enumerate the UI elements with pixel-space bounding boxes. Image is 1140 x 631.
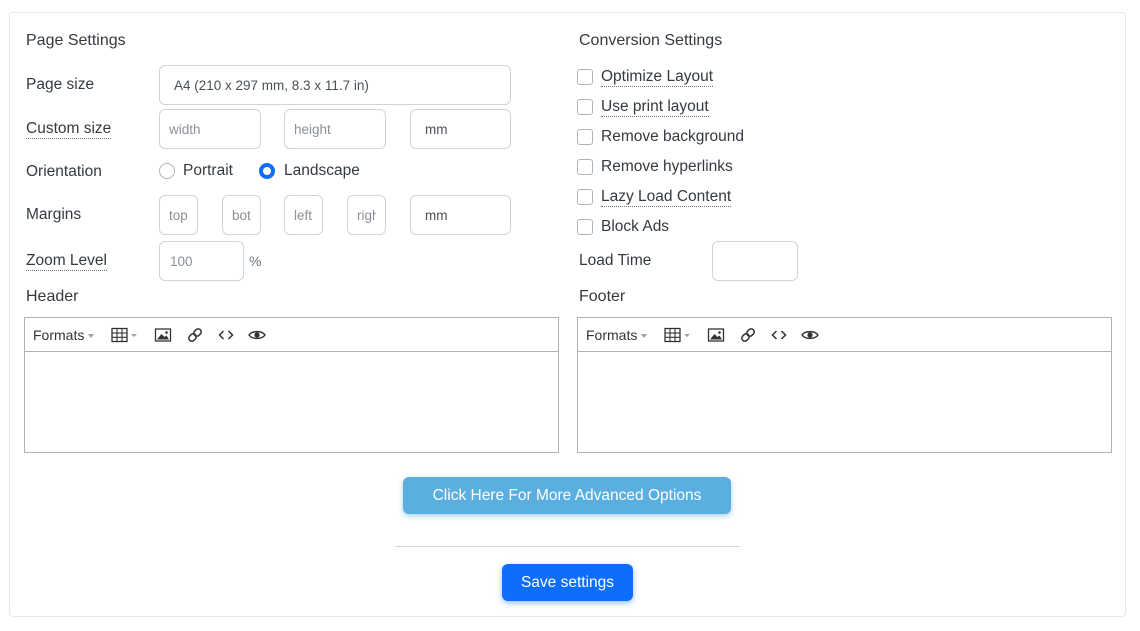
margin-top-input[interactable] [159,195,198,235]
zoom-unit: % [249,253,262,269]
landscape-label: Landscape [284,162,360,179]
header-editor: Formats [24,317,559,453]
orientation-label: Orientation [26,163,102,180]
chevron-down-icon [641,334,648,339]
code-icon[interactable] [217,327,235,343]
code-icon[interactable] [770,327,788,343]
lazy-load-label: Lazy Load Content [601,188,732,207]
table-icon[interactable] [664,327,694,343]
custom-size-unit[interactable] [410,109,511,149]
footer-toolbar: Formats [578,318,1111,352]
chevron-down-icon [88,334,95,339]
margins-unit[interactable] [410,195,511,235]
page-size-label: Page size [26,76,95,93]
print-layout-label: Use print layout [601,98,709,117]
image-icon[interactable] [707,327,725,343]
header-title: Header [26,288,79,305]
header-content-area[interactable] [25,352,558,452]
lazy-load-checkbox[interactable] [577,189,593,205]
portrait-label: Portrait [183,162,233,179]
lazy-load-text: Lazy Load Content [601,188,732,207]
link-icon[interactable] [739,327,757,343]
zoom-input[interactable] [159,241,244,281]
conversion-settings-title: Conversion Settings [579,32,723,49]
block-ads-checkbox[interactable] [577,219,593,235]
optimize-layout-text: Optimize Layout [601,68,713,87]
remove-background-checkbox[interactable] [577,129,593,145]
custom-height-input[interactable] [284,109,386,149]
optimize-layout-checkbox[interactable] [577,69,593,85]
footer-formats-label: Formats [586,327,638,343]
print-layout-checkbox[interactable] [577,99,593,115]
header-formats-dropdown[interactable]: Formats [33,327,95,343]
footer-content-area[interactable] [578,352,1111,452]
image-icon[interactable] [154,327,172,343]
zoom-label: Zoom Level [26,252,107,271]
link-icon[interactable] [186,327,204,343]
save-settings-button[interactable]: Save settings [502,564,633,601]
remove-hyperlinks-label: Remove hyperlinks [601,158,733,175]
margin-bottom-input[interactable] [222,195,261,235]
remove-background-label: Remove background [601,128,745,145]
preview-icon[interactable] [248,327,266,343]
header-toolbar: Formats [25,318,558,352]
custom-size-label: Custom size [26,120,112,139]
remove-hyperlinks-checkbox[interactable] [577,159,593,175]
footer-formats-dropdown[interactable]: Formats [586,327,648,343]
block-ads-label: Block Ads [601,218,670,235]
load-time-label: Load Time [579,252,652,269]
page-settings-title: Page Settings [26,32,126,49]
zoom-label-text: Zoom Level [26,252,107,271]
margins-label: Margins [26,206,82,223]
load-time-input[interactable] [712,241,798,281]
page-size-input[interactable] [159,65,511,105]
portrait-radio[interactable] [159,163,175,179]
optimize-layout-label: Optimize Layout [601,68,713,87]
footer-editor: Formats [577,317,1112,453]
margin-left-input[interactable] [284,195,323,235]
divider [395,546,740,547]
header-formats-label: Formats [33,327,85,343]
landscape-radio[interactable] [259,163,275,179]
footer-title: Footer [579,288,626,305]
print-layout-text: Use print layout [601,98,709,117]
custom-width-input[interactable] [159,109,261,149]
advanced-options-button[interactable]: Click Here For More Advanced Options [403,477,731,514]
custom-size-label-text: Custom size [26,120,112,139]
margin-right-input[interactable] [347,195,386,235]
preview-icon[interactable] [801,327,819,343]
table-icon[interactable] [111,327,141,343]
